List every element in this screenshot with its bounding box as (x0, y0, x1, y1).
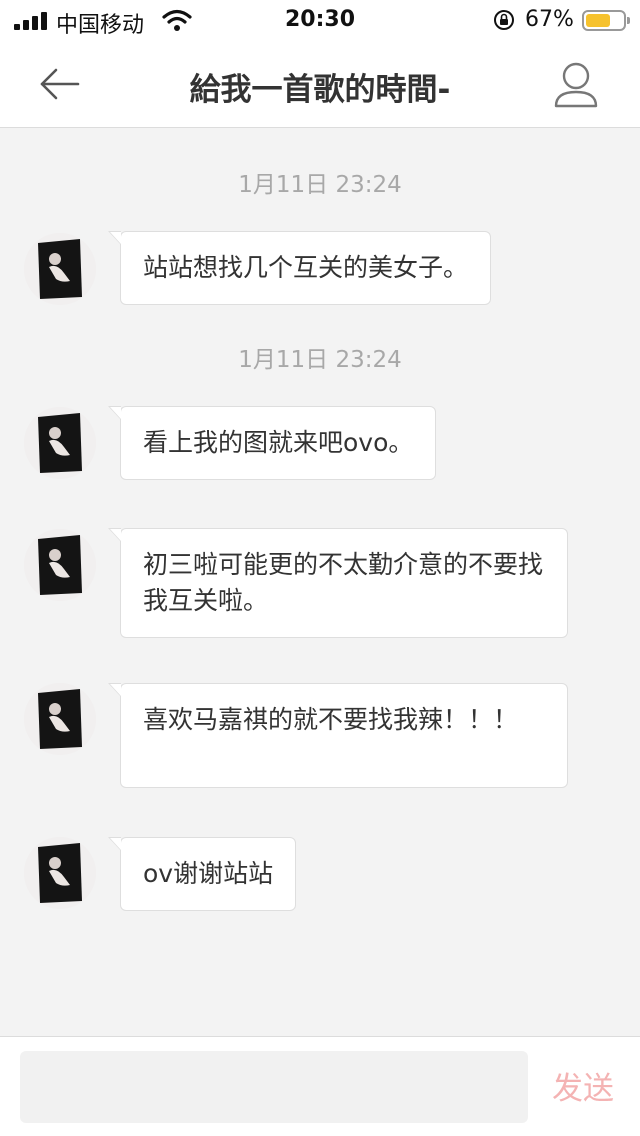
avatar-image (24, 683, 96, 755)
avatar-image (24, 529, 96, 601)
message-bubble[interactable]: 喜欢马嘉祺的就不要找我辣！！！ (108, 683, 568, 788)
battery-percent: 67% (525, 7, 574, 32)
message-timestamp: 1月11日 23:24 (238, 172, 402, 198)
message-bubble[interactable]: 站站想找几个互关的美女子。 (107, 231, 492, 305)
chat-title: 給我一首歌的時間- (189, 72, 451, 108)
avatar[interactable] (24, 837, 96, 909)
send-button[interactable]: 发送 (540, 1063, 626, 1111)
avatar-image (24, 407, 96, 479)
avatar[interactable] (24, 407, 96, 479)
message-input[interactable] (20, 1051, 528, 1123)
avatar[interactable] (24, 529, 96, 601)
battery-level (586, 14, 610, 27)
message-bubble[interactable]: ov谢谢站站 (107, 837, 297, 911)
avatar-image (24, 233, 96, 305)
avatar[interactable] (24, 233, 96, 305)
back-arrow-icon[interactable] (30, 60, 86, 108)
message-list[interactable]: 1月11日 23:24 站站想找几个互关的美女子。 1月11日 23:24 看上… (0, 129, 640, 1036)
avatar[interactable] (24, 683, 96, 755)
message-timestamp: 1月11日 23:24 (238, 347, 402, 373)
orientation-lock-icon (494, 10, 514, 30)
chat-header: 給我一首歌的時間- (0, 40, 640, 128)
battery-icon (582, 10, 630, 31)
person-icon[interactable] (548, 58, 604, 112)
status-bar: 中国移动 20:30 67% (0, 0, 640, 40)
message-bubble[interactable]: 初三啦可能更的不太勤介意的不要找我互关啦。 (108, 528, 568, 638)
message-bubble[interactable]: 看上我的图就来吧ovo。 (107, 406, 437, 480)
input-bar: 发送 (0, 1036, 640, 1136)
avatar-image (24, 837, 96, 909)
